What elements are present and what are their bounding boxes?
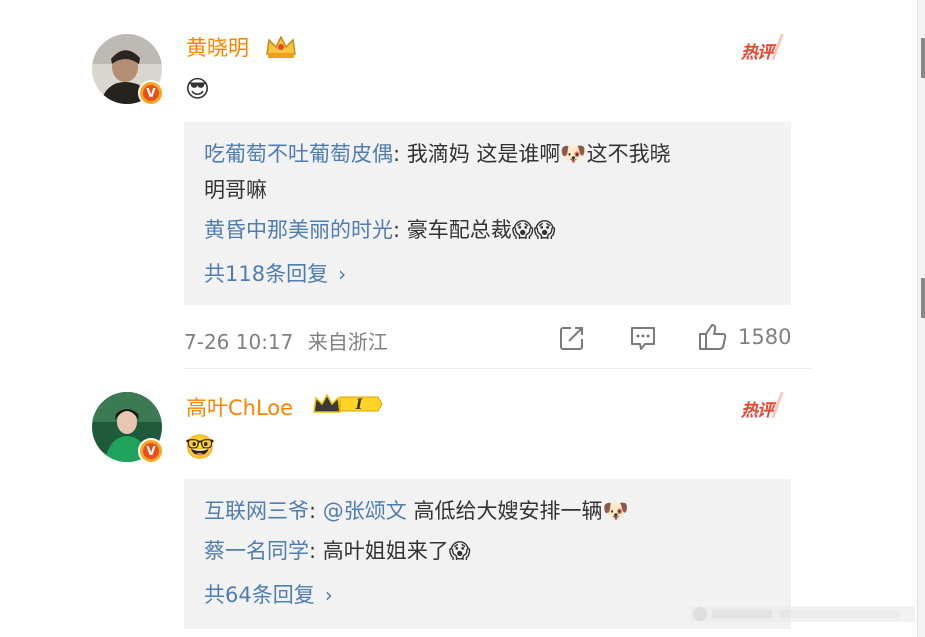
reply-text: : 高叶姐姐来了😱 [309,539,471,563]
comment-location: 来自浙江 [307,330,388,354]
verified-badge-icon: V [138,438,164,464]
chevron-right-icon: › [324,583,333,607]
reply-author[interactable]: 互联网三爷 [204,499,309,523]
more-replies-link[interactable]: 共118条回复 › [204,258,346,288]
avatar-huangxiaoming[interactable]: V [92,34,164,106]
scrollbar[interactable] [917,0,925,637]
scrollbar-thumb-marker[interactable] [921,278,925,318]
reply-text: 高低给大嫂安排一辆🐶 [406,499,629,523]
comment-time: 7-26 10:17 [184,330,294,354]
chevron-right-icon: › [338,262,347,286]
like-count: 1580 [738,325,792,349]
comment-content-emoji: 🤓 [185,433,215,461]
mention-link[interactable]: @张颂文 [323,499,407,523]
svg-text:I: I [355,397,363,413]
reply-author[interactable]: 吃葡萄不吐葡萄皮偶 [204,142,393,166]
hot-comment-badge: 热评 [741,396,774,421]
reply-author[interactable]: 黄昏中那美丽的时光 [204,218,393,242]
more-replies-label: 共118条回复 [204,262,329,286]
member-crown-icon: I [313,393,383,413]
comment-username[interactable]: 高叶ChLoe [186,392,293,422]
like-thumb-icon[interactable] [698,322,728,352]
scrollbar-thumb-marker[interactable] [921,38,925,78]
reply-author[interactable]: 蔡一名同学 [204,539,309,563]
gold-crown-icon [266,35,296,58]
share-icon[interactable] [559,325,585,351]
reply-item: 黄昏中那美丽的时光: 豪车配总裁😱😱 [204,212,556,248]
reply-item: 吃葡萄不吐葡萄皮偶: 我滴妈 这是谁啊🐶这不我晓 [204,136,671,172]
comment-divider [184,368,812,369]
comment-username[interactable]: 黄晓明 [186,32,249,62]
watermark-image [690,606,915,622]
hot-comment-badge: 热评 [741,38,774,63]
more-replies-link[interactable]: 共64条回复 › [204,579,333,609]
reply-text: : 豪车配总裁😱😱 [393,218,556,242]
comment-meta: 7-26 10:17 来自浙江 [184,326,388,355]
reply-item: 蔡一名同学: 高叶姐姐来了😱 [204,533,471,569]
verified-badge-icon: V [138,80,164,106]
more-replies-label: 共64条回复 [204,583,315,607]
reply-text: : 我滴妈 这是谁啊🐶这不我晓 [393,142,671,166]
comment-content-emoji: 😎 [185,75,211,103]
avatar-gaoye[interactable]: V [92,392,164,464]
reply-item: 互联网三爷: @张颂文 高低给大嫂安排一辆🐶 [204,499,629,523]
reply-text-continued: 明哥嘛 [204,178,267,202]
replies-box: 吃葡萄不吐葡萄皮偶: 我滴妈 这是谁啊🐶这不我晓 明哥嘛 黄昏中那美丽的时光: … [184,122,791,305]
comment-icon[interactable] [629,325,657,351]
